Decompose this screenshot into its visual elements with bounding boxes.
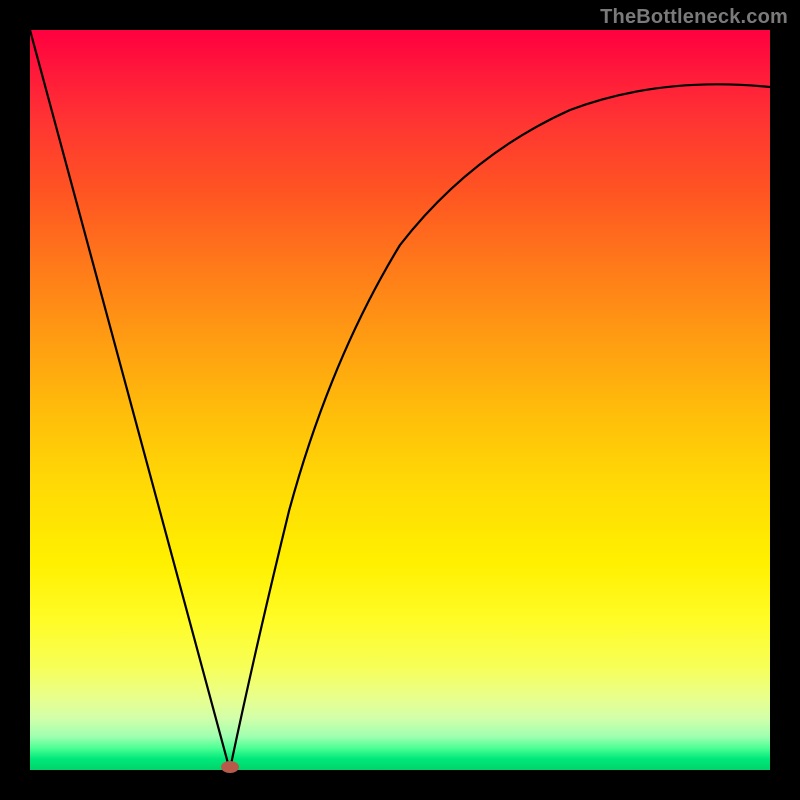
watermark-text: TheBottleneck.com [600,6,788,29]
chart-frame: TheBottleneck.com [0,0,800,800]
plot-area [30,30,770,770]
curve-left-branch [30,30,230,770]
bottleneck-curve [30,30,770,770]
minimum-marker [221,761,239,773]
curve-right-branch [230,84,770,770]
